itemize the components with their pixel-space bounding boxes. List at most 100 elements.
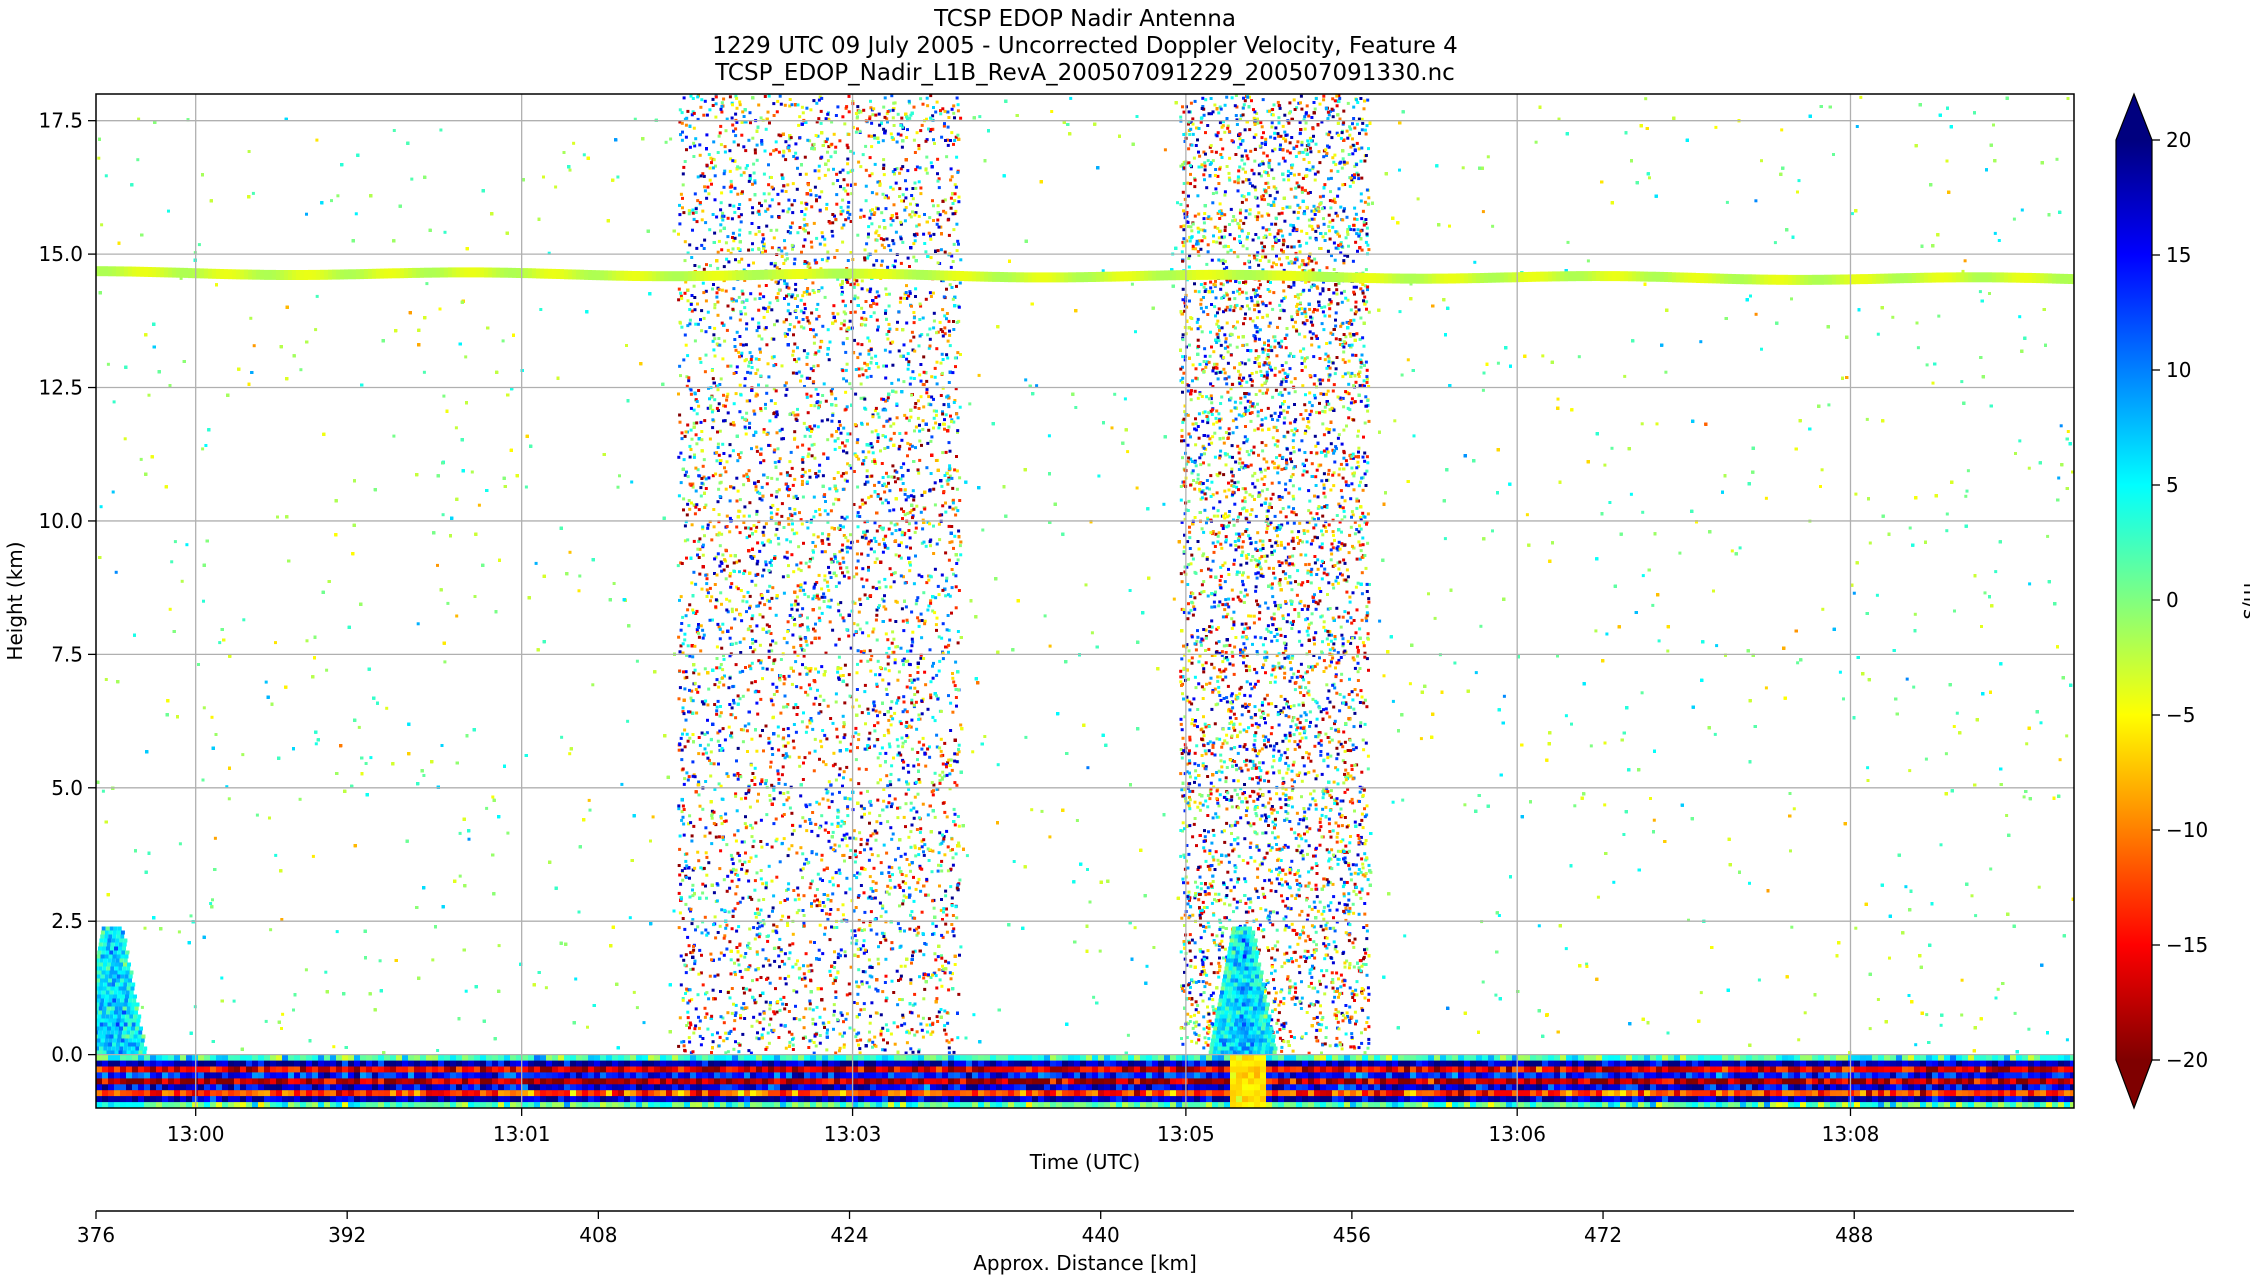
velocity-pixel	[972, 1013, 976, 1017]
velocity-pixel	[1273, 373, 1277, 377]
velocity-pixel	[458, 874, 462, 878]
velocity-pixel	[501, 339, 505, 343]
velocity-pixel	[197, 243, 201, 247]
velocity-pixel	[1356, 460, 1360, 464]
velocity-pixel	[801, 816, 805, 820]
velocity-pixel	[1412, 434, 1416, 438]
velocity-pixel	[1564, 714, 1568, 718]
velocity-pixel	[917, 471, 921, 475]
velocity-pixel	[436, 1049, 440, 1052]
velocity-pixel	[443, 660, 447, 664]
velocity-pixel	[1738, 546, 1742, 550]
velocity-pixel	[1092, 995, 1096, 999]
velocity-pixel	[704, 780, 708, 783]
velocity-pixel	[591, 683, 595, 687]
velocity-pixel	[1537, 924, 1541, 928]
velocity-pixel	[1764, 496, 1768, 500]
velocity-pixel	[760, 596, 764, 600]
velocity-pixel	[202, 599, 205, 603]
velocity-pixel	[1821, 607, 1825, 611]
velocity-pixel	[178, 842, 182, 846]
velocity-pixel	[1197, 290, 1201, 294]
velocity-pixel	[588, 808, 592, 812]
velocity-pixel	[722, 97, 726, 101]
velocity-pixel	[965, 854, 969, 858]
velocity-pixel	[491, 795, 495, 799]
velocity-pixel	[298, 797, 302, 801]
velocity-pixel	[913, 693, 917, 696]
velocity-pixel	[1820, 468, 1824, 472]
velocity-pixel	[1300, 980, 1303, 984]
velocity-pixel	[958, 878, 962, 882]
velocity-pixel	[1699, 340, 1703, 344]
velocity-pixel	[887, 646, 891, 650]
velocity-pixel	[100, 223, 104, 227]
velocity-pixel	[1652, 818, 1656, 822]
velocity-pixel	[185, 543, 189, 547]
velocity-pixel	[1876, 998, 1880, 1001]
velocity-pixel	[1257, 236, 1261, 240]
velocity-pixel	[1854, 492, 1858, 496]
velocity-pixel	[315, 294, 319, 298]
velocity-pixel	[1382, 674, 1386, 678]
velocity-pixel	[264, 1019, 268, 1023]
velocity-pixel	[1850, 212, 1854, 216]
velocity-pixel	[772, 693, 776, 696]
velocity-pixel	[324, 970, 328, 974]
velocity-pixel	[945, 353, 949, 357]
velocity-pixel	[1556, 397, 1560, 401]
velocity-pixel	[1939, 843, 1943, 847]
velocity-pixel	[336, 194, 340, 198]
velocity-pixel	[618, 474, 621, 478]
velocity-pixel	[446, 601, 450, 605]
chart-title-line-2: 1229 UTC 09 July 2005 - Uncorrected Dopp…	[712, 33, 1457, 59]
velocity-pixel	[1855, 125, 1859, 128]
velocity-pixel	[1086, 766, 1090, 770]
velocity-pixel	[1780, 128, 1784, 132]
velocity-pixel	[582, 153, 586, 157]
velocity-pixel	[2066, 430, 2070, 433]
velocity-pixel	[1113, 392, 1117, 396]
velocity-pixel	[1305, 167, 1309, 171]
velocity-pixel	[1640, 691, 1644, 695]
velocity-pixel	[721, 211, 725, 215]
velocity-pixel	[2057, 476, 2061, 480]
velocity-pixel	[844, 304, 847, 308]
velocity-pixel	[1725, 200, 1729, 204]
velocity-pixel	[898, 300, 902, 304]
velocity-pixel	[1754, 312, 1758, 316]
velocity-pixel	[1944, 752, 1948, 756]
velocity-pixel	[2028, 582, 2032, 586]
velocity-pixel	[1993, 231, 1997, 235]
velocity-pixel	[1271, 395, 1275, 399]
velocity-pixel	[1913, 612, 1917, 616]
velocity-pixel	[305, 639, 309, 643]
velocity-pixel	[766, 110, 770, 114]
velocity-pixel	[1640, 422, 1644, 426]
velocity-pixel	[1931, 381, 1935, 385]
velocity-pixel	[1342, 405, 1346, 409]
velocity-pixel	[455, 614, 459, 618]
velocity-pixel	[2059, 424, 2063, 428]
velocity-pixel	[1925, 1013, 1929, 1017]
velocity-pixel	[1960, 380, 1964, 384]
velocity-pixel	[554, 185, 558, 189]
velocity-pixel	[1257, 310, 1261, 314]
velocity-pixel	[778, 1008, 782, 1012]
velocity-pixel	[729, 179, 733, 183]
velocity-pixel	[1888, 956, 1891, 960]
velocity-pixel	[822, 698, 826, 702]
velocity-pixel	[817, 469, 821, 473]
velocity-pixel	[748, 805, 752, 809]
velocity-pixel	[834, 778, 838, 782]
velocity-pixel	[1989, 867, 1993, 871]
velocity-pixel	[1126, 450, 1130, 454]
velocity-pixel	[1760, 159, 1763, 163]
velocity-pixel	[1655, 422, 1659, 426]
velocity-pixel	[1401, 798, 1405, 802]
velocity-pixel	[955, 249, 959, 253]
velocity-pixel	[1678, 551, 1682, 555]
velocity-pixel	[1217, 892, 1221, 896]
velocity-pixel	[1589, 744, 1593, 748]
velocity-pixel	[1358, 823, 1362, 827]
